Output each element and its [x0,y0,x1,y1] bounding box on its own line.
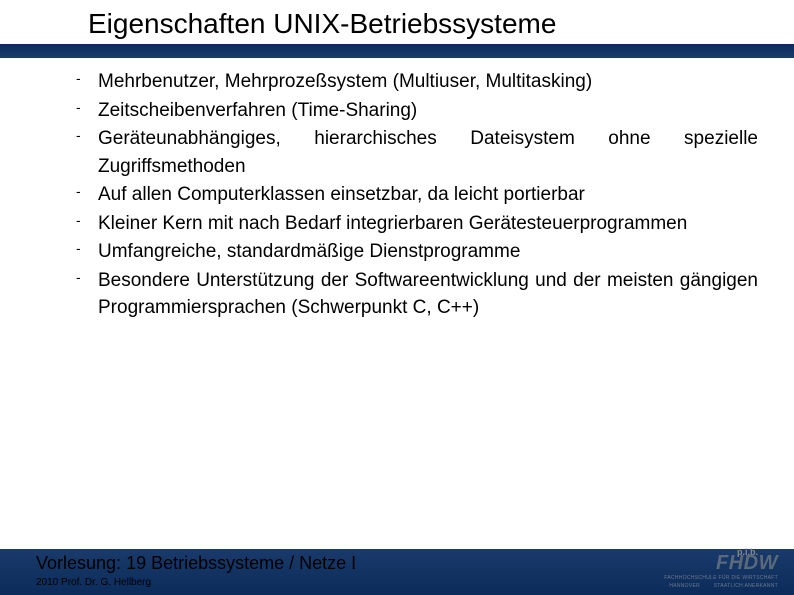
footer: Vorlesung: 19 Betriebssysteme / Netze I … [0,549,794,595]
logo-area: p.i.b. FHDW FACHHOCHSCHULE FÜR DIE WIRTS… [664,553,778,589]
list-item: Besondere Unterstützung der Softwareentw… [64,267,758,322]
title-divider [0,44,794,58]
footer-bar: Vorlesung: 19 Betriebssysteme / Netze I … [0,549,794,595]
logo-main: FHDW [664,553,778,573]
list-item: Geräteunabhängiges, hierarchisches Datei… [64,125,758,180]
list-item: Kleiner Kern mit nach Bedarf integrierba… [64,210,758,238]
logo-sub2: HANNOVER STAATLICH ANERKANNT [664,583,778,589]
bullet-list: Mehrbenutzer, Mehrprozeßsystem (Multiuse… [64,68,758,322]
title-area: Eigenschaften UNIX-Betriebssysteme [0,0,794,40]
list-item: Zeitscheibenverfahren (Time-Sharing) [64,97,758,125]
lecture-value: 19 Betriebssysteme / Netze I [126,553,356,573]
logo-pib: p.i.b. [737,547,758,557]
slide-title: Eigenschaften UNIX-Betriebssysteme [88,8,794,40]
list-item: Auf allen Computerklassen einsetzbar, da… [64,181,758,209]
content-area: Mehrbenutzer, Mehrprozeßsystem (Multiuse… [0,58,794,322]
logo-sub1: FACHHOCHSCHULE FÜR DIE WIRTSCHAFT [664,575,778,581]
list-item: Mehrbenutzer, Mehrprozeßsystem (Multiuse… [64,68,758,96]
list-item: Umfangreiche, standardmäßige Dienstprogr… [64,238,758,266]
lecture-label: Vorlesung: [36,553,121,573]
footer-copyright: 2010 Prof. Dr. G. Hellberg [36,577,151,588]
footer-lecture: Vorlesung: 19 Betriebssysteme / Netze I [36,553,356,574]
